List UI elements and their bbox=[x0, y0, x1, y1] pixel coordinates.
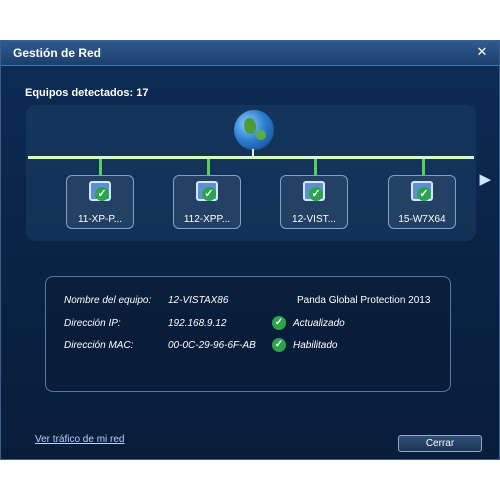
network-drop-line bbox=[314, 159, 317, 175]
mac-address-value: 00-0C-29-96-6F-AB bbox=[168, 340, 256, 351]
globe-land-icon bbox=[244, 118, 256, 134]
check-icon: ✓ bbox=[272, 338, 286, 352]
check-icon: ✓ bbox=[417, 187, 431, 201]
device-node-4[interactable]: ✓ 15-W7X64 bbox=[388, 175, 456, 229]
check-icon: ✓ bbox=[95, 187, 109, 201]
detected-devices-count: Equipos detectados: 17 bbox=[25, 87, 149, 99]
check-icon: ✓ bbox=[309, 187, 323, 201]
close-button[interactable]: Cerrar bbox=[398, 435, 482, 452]
window-title: Gestión de Red bbox=[13, 46, 102, 60]
globe-land-icon bbox=[256, 130, 266, 140]
close-icon[interactable]: ✕ bbox=[471, 44, 493, 60]
network-drop-line bbox=[99, 159, 102, 175]
device-node-2[interactable]: ✓ 112-XPP... bbox=[173, 175, 241, 229]
check-icon: ✓ bbox=[202, 187, 216, 201]
device-name-label: Nombre del equipo: bbox=[64, 295, 152, 306]
device-label: 15-W7X64 bbox=[398, 214, 446, 225]
device-label: 112-XPP... bbox=[183, 214, 231, 225]
network-drop-line bbox=[207, 159, 210, 175]
ip-address-value: 192.168.9.12 bbox=[168, 318, 227, 329]
check-icon: ✓ bbox=[272, 316, 286, 330]
device-name-value: 12-VISTAX86 bbox=[168, 295, 229, 306]
device-label: 11-XP-P... bbox=[77, 214, 123, 225]
mac-address-label: Dirección MAC: bbox=[64, 340, 134, 351]
network-map-panel: ✓ 11-XP-P... ✓ 112-XPP... ✓ 12-VIST... ✓… bbox=[26, 105, 476, 241]
next-arrow-icon[interactable]: ▶ bbox=[479, 170, 491, 188]
enabled-status: Habilitado bbox=[293, 340, 338, 351]
ip-address-label: Dirección IP: bbox=[64, 318, 121, 329]
title-bar: Gestión de Red ✕ bbox=[1, 41, 499, 66]
network-management-window: Gestión de Red ✕ Equipos detectados: 17 … bbox=[0, 40, 500, 460]
view-network-traffic-link[interactable]: Ver tráfico de mi red bbox=[35, 434, 124, 445]
update-status: Actualizado bbox=[293, 318, 345, 329]
device-node-3[interactable]: ✓ 12-VIST... bbox=[280, 175, 348, 229]
network-drop-line bbox=[422, 159, 425, 175]
device-node-1[interactable]: ✓ 11-XP-P... bbox=[66, 175, 134, 229]
device-details-panel: Nombre del equipo: 12-VISTAX86 Panda Glo… bbox=[45, 276, 451, 392]
device-label: 12-VIST... bbox=[292, 214, 336, 225]
product-name: Panda Global Protection 2013 bbox=[297, 295, 431, 306]
globe-icon bbox=[234, 110, 274, 150]
network-bus-line bbox=[28, 156, 474, 159]
